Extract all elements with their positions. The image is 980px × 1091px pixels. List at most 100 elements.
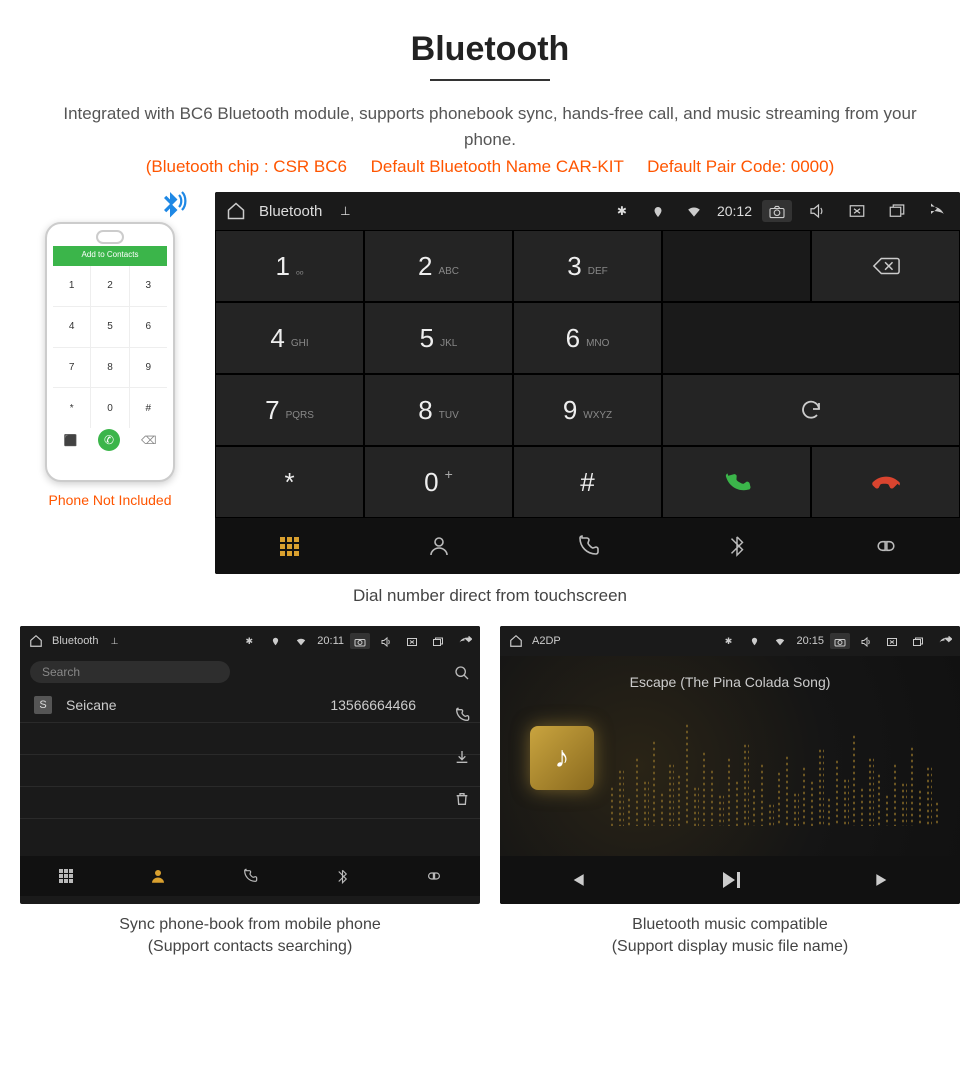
contact-number: 13566664466 [330,697,416,713]
phone-key[interactable]: 8 [91,348,128,388]
phone-home-button[interactable] [96,230,124,244]
phone-call-icon[interactable]: ✆ [98,429,120,451]
home-icon[interactable] [223,201,249,221]
camera-icon[interactable] [830,633,850,649]
play-pause-button[interactable] [653,856,806,904]
dialer-caption: Dial number direct from touchscreen [0,574,980,626]
call-button[interactable] [662,446,811,518]
spec-line: (Bluetooth chip : CSR BC6 Default Blueto… [0,152,980,192]
close-app-icon[interactable] [842,202,872,220]
dial-key-hash[interactable]: # [513,446,662,518]
dial-key-2[interactable]: 2ABC [364,230,513,302]
home-icon[interactable] [26,634,46,649]
phone-key[interactable]: * [53,388,90,428]
status-title: Bluetooth [52,635,98,647]
phone-key[interactable]: 9 [130,348,167,388]
phonebook-body: Search S Seicane 13566664466 [20,656,480,856]
back-icon[interactable] [934,634,954,648]
nav-pair-button[interactable] [811,518,960,574]
recent-apps-icon[interactable] [908,634,928,648]
search-input[interactable]: Search [30,661,230,683]
nav-bluetooth-button[interactable] [662,518,811,574]
wifi-icon [291,634,311,648]
camera-icon[interactable] [350,633,370,649]
dialpad: 1ₒₒ 2ABC 3DEF 4GHI 5JKL 6MNO 7PQRS 8TUV … [215,230,960,518]
empty-rows [20,723,480,856]
bluetooth-status-icon: ✱ [718,636,738,647]
contact-name: Seicane [66,697,117,713]
phone-key[interactable]: 1 [53,266,90,306]
song-title: Escape (The Pina Colada Song) [630,674,831,690]
phone-bottom-bar: ⬛ ✆ ⌫ [53,428,167,452]
volume-icon[interactable] [856,634,876,648]
nav-dialpad-button[interactable] [20,856,112,896]
volume-icon[interactable] [376,634,396,648]
nav-pair-button[interactable] [388,856,480,896]
back-icon[interactable] [922,202,952,220]
search-icon[interactable] [454,664,470,682]
hangup-button[interactable] [811,446,960,518]
contact-row[interactable]: S Seicane 13566664466 [20,688,480,723]
dial-key-1[interactable]: 1ₒₒ [215,230,364,302]
music-controls [500,856,960,904]
dial-key-star[interactable]: * [215,446,364,518]
phone-key[interactable]: 4 [53,307,90,347]
title-underline [430,79,550,81]
dial-key-3[interactable]: 3DEF [513,230,662,302]
close-app-icon[interactable] [402,634,422,648]
clock: 20:15 [796,635,824,647]
close-app-icon[interactable] [882,634,902,648]
clock: 20:11 [317,635,344,647]
phone-key[interactable]: 3 [130,266,167,306]
location-icon [744,634,764,648]
recent-apps-icon[interactable] [882,202,912,220]
dial-key-0[interactable]: 0+ [364,446,513,518]
dial-display [662,230,811,302]
nav-call-log-button[interactable] [513,518,662,574]
nav-contacts-button[interactable] [364,518,513,574]
camera-icon[interactable] [762,200,792,222]
volume-icon[interactable] [802,202,832,220]
dial-key-6[interactable]: 6MNO [513,302,662,374]
subtitle: Integrated with BC6 Bluetooth module, su… [0,101,980,152]
nav-contacts-button[interactable] [112,856,204,896]
usb-icon: ⊥ [332,204,358,218]
bluetooth-status-icon: ✱ [239,636,259,647]
redial-button[interactable] [662,374,960,446]
phone-key[interactable]: # [130,388,167,428]
phone-key[interactable]: 5 [91,307,128,347]
page-title: Bluetooth [0,0,980,79]
nav-dialpad-button[interactable] [215,518,364,574]
usb-icon: ⊥ [104,636,124,647]
dial-key-8[interactable]: 8TUV [364,374,513,446]
delete-icon[interactable] [454,790,470,808]
wifi-icon [770,634,790,648]
clock: 20:12 [717,203,752,219]
next-track-button[interactable] [807,856,960,904]
bottom-nav [215,518,960,574]
dial-key-9[interactable]: 9WXYZ [513,374,662,446]
nav-call-log-button[interactable] [204,856,296,896]
side-actions [454,664,470,808]
dial-key-7[interactable]: 7PQRS [215,374,364,446]
dial-key-5[interactable]: 5JKL [364,302,513,374]
back-icon[interactable] [454,634,474,648]
blank-cell [662,302,960,374]
nav-bluetooth-button[interactable] [296,856,388,896]
prev-track-button[interactable] [500,856,653,904]
home-icon[interactable] [506,634,526,649]
phone-key[interactable]: 0 [91,388,128,428]
location-icon [265,634,285,648]
recent-apps-icon[interactable] [428,634,448,648]
phonebook-caption: Sync phone-book from mobile phone (Suppo… [20,904,480,959]
status-title: A2DP [532,635,561,647]
call-icon[interactable] [454,706,470,724]
backspace-button[interactable] [811,230,960,302]
location-icon [645,203,671,219]
phone-key[interactable]: 2 [91,266,128,306]
phone-key[interactable]: 6 [130,307,167,347]
phone-key[interactable]: 7 [53,348,90,388]
dial-key-4[interactable]: 4GHI [215,302,364,374]
download-icon[interactable] [454,748,470,766]
phone-screen: Add to Contacts 1 2 3 4 5 6 7 8 9 * 0 # … [53,246,167,452]
